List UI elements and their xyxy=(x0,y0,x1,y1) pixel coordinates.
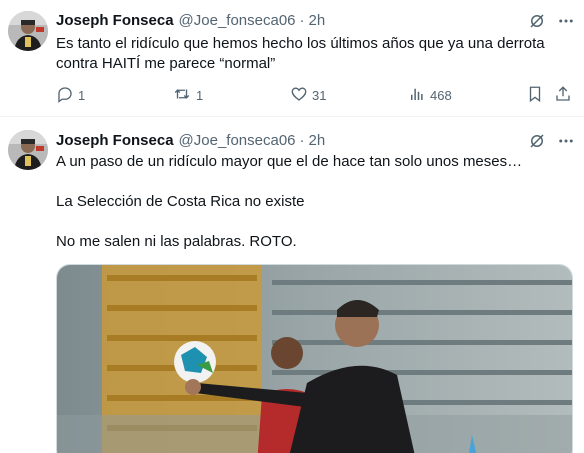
like-button[interactable]: 31 xyxy=(290,84,326,106)
share-button[interactable] xyxy=(554,84,572,106)
author-avatar[interactable] xyxy=(8,130,48,170)
tweet-time[interactable]: 2h xyxy=(309,12,326,29)
tweet-actions: 1 1 31 468 xyxy=(56,84,576,106)
tweet-header: Joseph Fonseca @Joe_fonseca06 · 2h xyxy=(56,10,325,30)
views-icon xyxy=(408,85,426,106)
tweet-header: Joseph Fonseca @Joe_fonseca06 · 2h xyxy=(56,130,325,150)
separator-dot: · xyxy=(299,11,305,29)
tweet-text: Es tanto el ridículo que hemos hecho los… xyxy=(56,35,545,72)
tweet-text-line: La Selección de Costa Rica no existe xyxy=(56,193,305,210)
tweet[interactable]: Joseph Fonseca @Joe_fonseca06 · 2h Es ta… xyxy=(0,0,584,117)
tweet[interactable]: Joseph Fonseca @Joe_fonseca06 · 2h A un … xyxy=(0,118,584,453)
reply-button[interactable]: 1 xyxy=(56,84,85,106)
tweet-time[interactable]: 2h xyxy=(309,132,326,149)
more-options-icon[interactable] xyxy=(556,11,576,31)
grok-icon[interactable] xyxy=(527,11,547,31)
tweet-text-line: No me salen ni las palabras. ROTO. xyxy=(56,233,297,250)
reply-count: 1 xyxy=(78,87,86,103)
grok-icon[interactable] xyxy=(527,131,547,151)
like-count: 31 xyxy=(312,87,327,103)
bookmark-button[interactable] xyxy=(526,84,544,106)
repost-icon xyxy=(172,85,192,106)
more-options-icon[interactable] xyxy=(556,131,576,151)
share-icon xyxy=(554,85,572,106)
reply-icon xyxy=(56,85,74,106)
separator-dot: · xyxy=(299,131,305,149)
tweet-media-photo[interactable] xyxy=(56,264,573,453)
author-handle[interactable]: @Joe_fonseca06 xyxy=(179,12,296,29)
bookmark-icon xyxy=(526,85,544,106)
author-avatar[interactable] xyxy=(8,11,48,51)
repost-button[interactable]: 1 xyxy=(172,84,203,106)
author-handle[interactable]: @Joe_fonseca06 xyxy=(179,132,296,149)
views-button[interactable]: 468 xyxy=(408,84,452,106)
heart-icon xyxy=(290,85,308,106)
views-count: 468 xyxy=(430,87,452,103)
repost-count: 1 xyxy=(196,87,204,103)
author-name[interactable]: Joseph Fonseca xyxy=(56,132,174,149)
tweet-text-line: A un paso de un ridículo mayor que el de… xyxy=(56,153,523,170)
author-name[interactable]: Joseph Fonseca xyxy=(56,12,174,29)
